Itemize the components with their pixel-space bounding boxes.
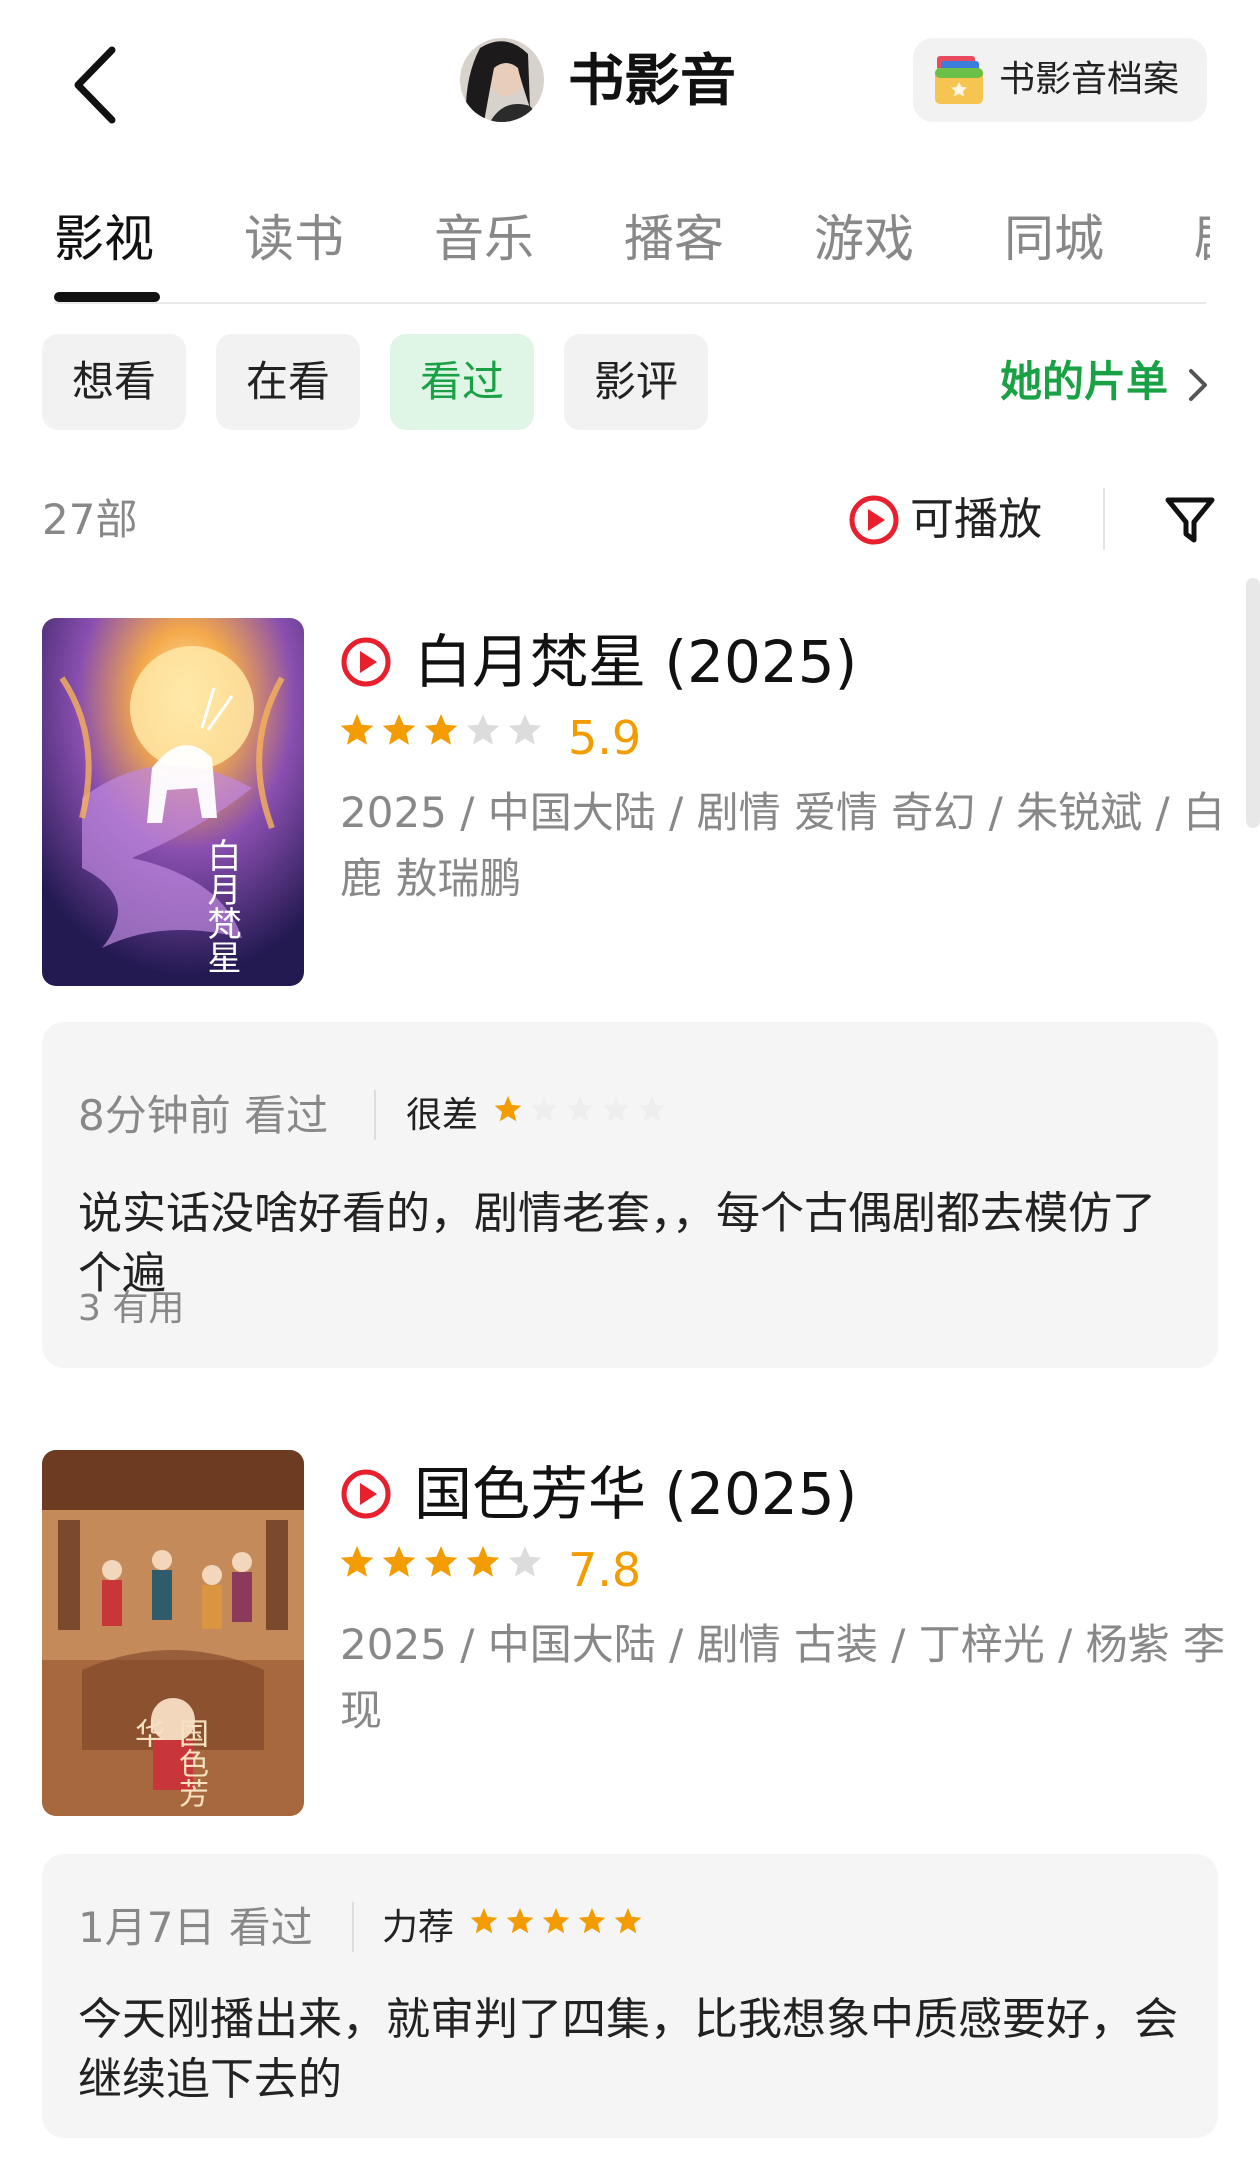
tabs-divider	[54, 302, 1206, 304]
item-meta: 2025 / 中国大陆 / 剧情 爱情 奇幻 / 朱锐斌 / 白鹿 敖瑞鹏	[340, 788, 1225, 903]
tab-books[interactable]: 读书	[244, 204, 344, 274]
filter-funnel-button[interactable]	[1160, 490, 1220, 550]
avatar[interactable]	[460, 38, 544, 122]
funnel-icon	[1165, 497, 1215, 543]
poster-title-text: 国色芳华	[129, 1718, 208, 1808]
review-time: 1月7日 看过	[78, 1903, 313, 1952]
page-title: 书影音	[568, 49, 736, 114]
tab-local[interactable]: 同城	[1004, 204, 1104, 274]
tab-drama-partial[interactable]: 剧	[1194, 204, 1210, 274]
star-empty-icon	[508, 1546, 542, 1577]
play-circle-icon	[849, 495, 899, 545]
filter-watched[interactable]: 看过	[390, 334, 535, 430]
review-divider	[374, 1090, 376, 1140]
review-star-rating	[470, 1908, 642, 1934]
star-filled-icon	[340, 1546, 374, 1577]
filter-watching[interactable]: 在看	[216, 334, 361, 430]
rating-score: 7.8	[568, 1543, 642, 1597]
filter-reviews[interactable]: 影评	[564, 334, 709, 430]
review-text: 今天刚播出来，就审判了四集，比我想象中质感要好，会继续追下去的	[78, 1994, 1178, 2105]
back-button[interactable]	[60, 40, 130, 130]
star-empty-icon	[466, 714, 500, 745]
controls-divider	[1103, 488, 1105, 550]
review-card[interactable]: 1月7日 看过 力荐 今天刚播出来，就审判了四集，比我想象中质感要好，会继续追下…	[42, 1854, 1218, 2138]
item-count: 27部	[42, 495, 138, 544]
review-rating-label: 力荐	[382, 1907, 455, 1948]
review-divider	[352, 1902, 354, 1952]
tab-music[interactable]: 音乐	[434, 204, 534, 274]
tab-movies[interactable]: 影视	[54, 204, 154, 274]
review-rating-label: 很差	[406, 1095, 479, 1136]
play-circle-icon	[341, 637, 391, 687]
item-meta: 2025 / 中国大陆 / 剧情 古装 / 丁梓光 / 杨紫 李现	[340, 1620, 1225, 1735]
review-star-rating	[494, 1096, 666, 1122]
star-empty-icon	[602, 1096, 630, 1122]
her-list-link[interactable]: 她的片单	[1000, 334, 1209, 430]
star-filled-icon	[382, 1546, 416, 1577]
active-tab-indicator	[54, 292, 160, 302]
star-empty-icon	[566, 1096, 594, 1122]
play-circle-icon	[341, 1469, 391, 1519]
star-filled-icon	[494, 1096, 522, 1122]
star-filled-icon	[382, 714, 416, 745]
category-tabs: 影视 读书 音乐 播客 游戏 同城 剧	[0, 190, 1260, 300]
star-filled-icon	[506, 1908, 534, 1934]
star-filled-icon	[470, 1908, 498, 1934]
review-card[interactable]: 8分钟前 看过 很差 说实话没啥好看的，剧情老套，，每个古偶剧都去模仿了个遍 3…	[42, 1022, 1218, 1368]
item-title[interactable]: 白月梵星 (2025)	[414, 624, 857, 700]
item-title[interactable]: 国色芳华 (2025)	[414, 1456, 857, 1532]
star-empty-icon	[508, 714, 542, 745]
poster-guo-se-fang-hua[interactable]: 国色芳华	[42, 1450, 304, 1816]
star-filled-icon	[424, 714, 458, 745]
tab-podcasts[interactable]: 播客	[624, 204, 724, 274]
star-empty-icon	[638, 1096, 666, 1122]
star-filled-icon	[424, 1546, 458, 1577]
archive-button[interactable]: 书影音档案	[913, 38, 1207, 122]
review-time: 8分钟前 看过	[78, 1091, 329, 1140]
star-filled-icon	[578, 1908, 606, 1934]
star-filled-icon	[542, 1908, 570, 1934]
review-useful-count[interactable]: 3 有用	[78, 1284, 184, 1334]
chevron-right-icon	[1188, 368, 1207, 401]
poster-title-text: 白月梵星	[201, 838, 241, 974]
star-rating	[340, 1546, 542, 1577]
rating-score: 5.9	[568, 711, 642, 765]
tab-games[interactable]: 游戏	[814, 204, 914, 274]
star-filled-icon	[614, 1908, 642, 1934]
her-list-label: 她的片单	[1000, 357, 1169, 406]
star-rating	[340, 714, 542, 745]
playable-label: 可播放	[910, 494, 1042, 545]
star-filled-icon	[466, 1546, 500, 1577]
star-empty-icon	[530, 1096, 558, 1122]
poster-bai-yue-fan-xing[interactable]: 白月梵星	[42, 618, 304, 986]
archive-label: 书影音档案	[999, 59, 1180, 100]
star-filled-icon	[340, 714, 374, 745]
archive-folder-icon	[935, 56, 983, 104]
filter-want-to-watch[interactable]: 想看	[42, 334, 187, 430]
review-text: 说实话没啥好看的，剧情老套，，每个古偶剧都去模仿了个遍	[78, 1188, 1156, 1299]
chevron-left-icon	[74, 46, 116, 124]
